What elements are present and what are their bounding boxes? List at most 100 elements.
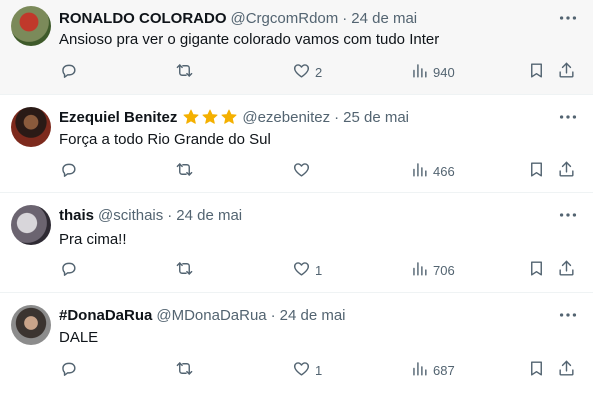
like-count: 2 <box>315 64 323 80</box>
tweet-header: #DonaDaRua @MDonaDaRua · 24 de mai <box>59 305 346 325</box>
like-icon <box>292 160 311 182</box>
separator-dot: · <box>334 108 340 126</box>
action-bar: 2 940 <box>0 61 593 83</box>
avatar[interactable] <box>11 205 51 245</box>
share-icon <box>557 160 576 182</box>
user-handle[interactable]: @MDonaDaRua <box>156 307 266 324</box>
bookmark-icon <box>527 61 546 83</box>
views-button[interactable]: 706 <box>410 259 455 281</box>
tweet-date[interactable]: 24 de mai <box>351 10 417 27</box>
separator-dot: · <box>167 206 173 224</box>
bookmark-button[interactable] <box>527 61 546 83</box>
tweet[interactable]: RONALDO COLORADO @CrgcomRdom · 24 de mai… <box>0 0 593 95</box>
tweet-text: Força a todo Rio Grande do Sul <box>59 131 271 148</box>
tweet-header: thais @scithais · 24 de mai <box>59 205 242 225</box>
view-count: 706 <box>433 262 455 278</box>
retweet-icon <box>175 359 194 381</box>
share-button[interactable] <box>557 160 576 182</box>
reply-icon <box>59 160 78 182</box>
view-count: 940 <box>433 64 455 80</box>
bookmark-icon <box>527 160 546 182</box>
like-count: 1 <box>315 262 323 278</box>
star-icon <box>220 108 238 126</box>
share-icon <box>557 259 576 281</box>
tweet-date[interactable]: 24 de mai <box>176 207 242 224</box>
action-bar: 466 <box>0 160 593 182</box>
like-icon <box>292 259 311 281</box>
view-count: 466 <box>433 163 455 179</box>
views-icon <box>410 359 429 381</box>
views-icon <box>410 160 429 182</box>
views-button[interactable]: 687 <box>410 359 455 381</box>
display-name[interactable]: #DonaDaRua <box>59 307 152 324</box>
separator-dot: · <box>270 306 276 324</box>
tweet[interactable]: thais @scithais · 24 de mai Pra cima!! 1… <box>0 193 593 293</box>
more-icon[interactable] <box>557 204 579 226</box>
retweet-icon <box>175 61 194 83</box>
user-handle[interactable]: @ezebenitez <box>242 109 330 126</box>
retweet-button[interactable] <box>175 259 194 281</box>
more-icon[interactable] <box>557 7 579 29</box>
tweet-header: RONALDO COLORADO @CrgcomRdom · 24 de mai <box>59 8 417 28</box>
share-icon <box>557 359 576 381</box>
retweet-icon <box>175 160 194 182</box>
share-button[interactable] <box>557 359 576 381</box>
share-icon <box>557 61 576 83</box>
bookmark-button[interactable] <box>527 359 546 381</box>
reply-button[interactable] <box>59 61 78 83</box>
reply-button[interactable] <box>59 259 78 281</box>
star-icon <box>182 108 200 126</box>
tweet[interactable]: #DonaDaRua @MDonaDaRua · 24 de mai DALE <box>0 293 593 401</box>
action-bar: 1 706 <box>0 259 593 281</box>
bookmark-icon <box>527 259 546 281</box>
user-handle[interactable]: @CrgcomRdom <box>231 10 339 27</box>
view-count: 687 <box>433 362 455 378</box>
display-name[interactable]: thais <box>59 207 94 224</box>
bookmark-button[interactable] <box>527 259 546 281</box>
avatar[interactable] <box>11 6 51 46</box>
retweet-button[interactable] <box>175 61 194 83</box>
display-name[interactable]: Ezequiel Benitez <box>59 109 177 126</box>
star-icon <box>201 108 219 126</box>
views-button[interactable]: 466 <box>410 160 455 182</box>
reply-button[interactable] <box>59 359 78 381</box>
retweet-button[interactable] <box>175 359 194 381</box>
retweet-icon <box>175 259 194 281</box>
avatar[interactable] <box>11 107 51 147</box>
tweet-header: Ezequiel Benitez @ezebenitez · 25 de mai <box>59 107 409 127</box>
bookmark-icon <box>527 359 546 381</box>
bookmark-button[interactable] <box>527 160 546 182</box>
reply-icon <box>59 359 78 381</box>
tweet-text: DALE <box>59 329 99 346</box>
views-icon <box>410 61 429 83</box>
retweet-button[interactable] <box>175 160 194 182</box>
action-bar: 1 687 <box>0 359 593 381</box>
views-icon <box>410 259 429 281</box>
tweet-date[interactable]: 25 de mai <box>343 109 409 126</box>
more-icon[interactable] <box>557 304 579 326</box>
like-button[interactable]: 1 <box>292 259 322 281</box>
like-count: 1 <box>315 362 323 378</box>
display-name[interactable]: RONALDO COLORADO <box>59 10 227 27</box>
tweet-text: Ansioso pra ver o gigante colorado vamos… <box>59 31 440 48</box>
like-button[interactable] <box>292 160 315 182</box>
like-button[interactable]: 2 <box>292 61 322 83</box>
like-button[interactable]: 1 <box>292 359 322 381</box>
separator-dot: · <box>342 9 348 27</box>
avatar[interactable] <box>11 305 51 345</box>
reply-feed: RONALDO COLORADO @CrgcomRdom · 24 de mai… <box>0 0 593 401</box>
like-icon <box>292 359 311 381</box>
reply-icon <box>59 61 78 83</box>
reply-icon <box>59 259 78 281</box>
like-icon <box>292 61 311 83</box>
share-button[interactable] <box>557 61 576 83</box>
more-icon[interactable] <box>557 106 579 128</box>
views-button[interactable]: 940 <box>410 61 455 83</box>
tweet-date[interactable]: 24 de mai <box>280 307 346 324</box>
share-button[interactable] <box>557 259 576 281</box>
badge-stars <box>182 108 238 126</box>
tweet[interactable]: Ezequiel Benitez @ezebenitez · 25 de mai… <box>0 95 593 193</box>
reply-button[interactable] <box>59 160 78 182</box>
tweet-text: Pra cima!! <box>59 231 127 248</box>
user-handle[interactable]: @scithais <box>98 207 163 224</box>
